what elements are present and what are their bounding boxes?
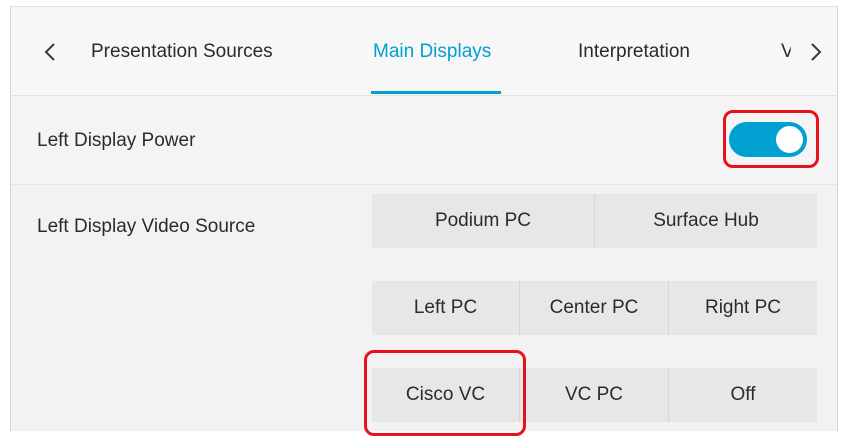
source-button-off[interactable]: Off: [669, 368, 817, 422]
source-button-cisco-vc[interactable]: Cisco VC: [372, 368, 520, 422]
video-source-group-2: Left PC Center PC Right PC: [372, 281, 817, 335]
toggle-knob: [776, 126, 803, 153]
tab-bar: Presentation Sources Main Displays Inter…: [11, 7, 837, 96]
tab-main-displays[interactable]: Main Displays: [373, 41, 491, 63]
active-tab-indicator: [371, 91, 501, 94]
source-button-left-pc[interactable]: Left PC: [372, 281, 520, 335]
source-button-vc-pc[interactable]: VC PC: [520, 368, 669, 422]
left-display-video-source-label: Left Display Video Source: [37, 216, 256, 237]
tab-truncated[interactable]: V: [781, 41, 791, 63]
left-display-power-row: Left Display Power: [11, 96, 837, 185]
chevron-left-icon[interactable]: [37, 37, 63, 67]
left-display-power-label: Left Display Power: [37, 130, 196, 151]
left-display-power-toggle[interactable]: [729, 122, 807, 157]
source-button-surface-hub[interactable]: Surface Hub: [595, 194, 817, 248]
video-source-group-1: Podium PC Surface Hub: [372, 194, 817, 248]
tab-presentation-sources[interactable]: Presentation Sources: [91, 41, 273, 63]
source-button-right-pc[interactable]: Right PC: [669, 281, 817, 335]
tab-interpretation[interactable]: Interpretation: [578, 41, 690, 63]
source-button-center-pc[interactable]: Center PC: [520, 281, 669, 335]
chevron-right-icon[interactable]: [803, 37, 829, 67]
video-source-group-3: Cisco VC VC PC Off: [372, 368, 817, 422]
settings-panel: Presentation Sources Main Displays Inter…: [10, 6, 838, 431]
source-button-podium-pc[interactable]: Podium PC: [372, 194, 595, 248]
